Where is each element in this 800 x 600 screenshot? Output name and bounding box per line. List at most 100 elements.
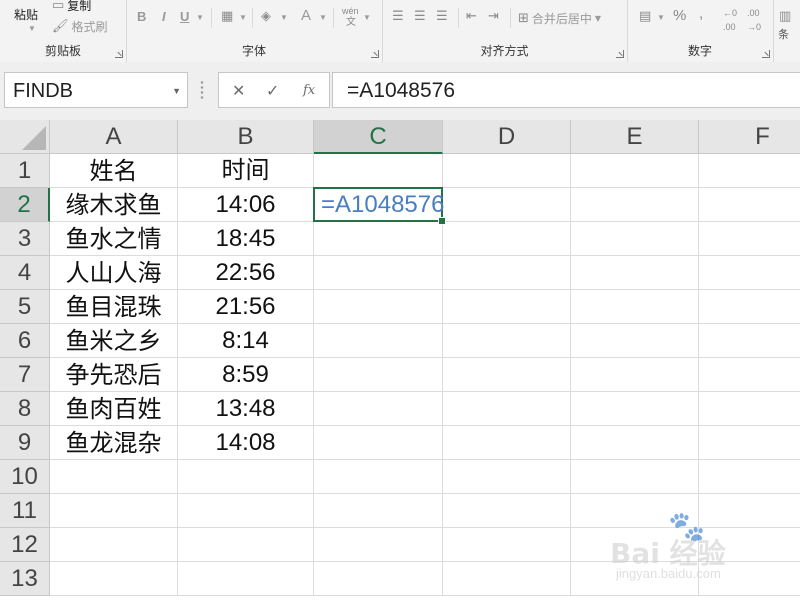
merge-center-button[interactable]: ⊞ 合并后居中 ▼ xyxy=(518,10,601,27)
cell-b8[interactable]: 13:48 xyxy=(178,392,314,426)
cell-f1[interactable] xyxy=(699,154,800,188)
cell-d6[interactable] xyxy=(443,324,571,358)
cell-d7[interactable] xyxy=(443,358,571,392)
insert-function-icon[interactable]: fx xyxy=(303,83,315,98)
cell-e6[interactable] xyxy=(571,324,699,358)
font-launcher-icon[interactable] xyxy=(371,50,379,58)
cell-b3[interactable]: 18:45 xyxy=(178,222,314,256)
bold-button[interactable]: B xyxy=(137,9,146,24)
cell-d5[interactable] xyxy=(443,290,571,324)
cell-a3[interactable]: 鱼水之情 xyxy=(50,222,178,256)
decrease-decimal-icon[interactable]: .00 →0 xyxy=(747,6,761,34)
cell-c8[interactable] xyxy=(314,392,443,426)
cell-c12[interactable] xyxy=(314,528,443,562)
cell-c10[interactable] xyxy=(314,460,443,494)
cell-a13[interactable] xyxy=(50,562,178,596)
cell-c6[interactable] xyxy=(314,324,443,358)
enter-icon[interactable]: ✓ xyxy=(266,81,279,101)
phonetic-button[interactable]: wén xyxy=(342,6,359,16)
phonetic-dropdown-icon[interactable]: ▼ xyxy=(363,13,371,22)
cell-c13[interactable] xyxy=(314,562,443,596)
cell-a4[interactable]: 人山人海 xyxy=(50,256,178,290)
select-all-button[interactable] xyxy=(0,120,50,154)
cell-e7[interactable] xyxy=(571,358,699,392)
font-color-button[interactable]: A xyxy=(301,7,311,24)
cell-a2[interactable]: 缘木求鱼 xyxy=(50,188,178,222)
cell-a6[interactable]: 鱼米之乡 xyxy=(50,324,178,358)
format-painter-button[interactable]: 🖌 格式刷 xyxy=(52,18,108,35)
underline-dropdown-icon[interactable]: ▼ xyxy=(196,13,204,22)
paste-dropdown-icon[interactable]: ▼ xyxy=(28,24,36,33)
row-header-8[interactable]: 8 xyxy=(0,392,50,426)
cell-d12[interactable] xyxy=(443,528,571,562)
row-header-3[interactable]: 3 xyxy=(0,222,50,256)
row-header-9[interactable]: 9 xyxy=(0,426,50,460)
cell-d4[interactable] xyxy=(443,256,571,290)
copy-button[interactable]: ▭ 复制 xyxy=(52,0,91,14)
increase-decimal-icon[interactable]: ←0.00 xyxy=(723,6,737,34)
cell-a11[interactable] xyxy=(50,494,178,528)
active-cell[interactable]: =A1048576 xyxy=(313,187,446,225)
cell-d1[interactable] xyxy=(443,154,571,188)
column-header-f[interactable]: F xyxy=(699,120,800,154)
cell-d13[interactable] xyxy=(443,562,571,596)
cell-a8[interactable]: 鱼肉百姓 xyxy=(50,392,178,426)
cell-c7[interactable] xyxy=(314,358,443,392)
cell-c3[interactable] xyxy=(314,222,443,256)
cell-e3[interactable] xyxy=(571,222,699,256)
cell-d11[interactable] xyxy=(443,494,571,528)
cell-e2[interactable] xyxy=(571,188,699,222)
formula-bar-grip-icon[interactable] xyxy=(200,80,204,100)
cell-a1[interactable]: 姓名 xyxy=(50,154,178,188)
cell-f6[interactable] xyxy=(699,324,800,358)
align-center-icon[interactable]: ☰ xyxy=(414,9,426,23)
cell-d10[interactable] xyxy=(443,460,571,494)
cancel-icon[interactable]: ✕ xyxy=(232,81,245,101)
cell-c1[interactable] xyxy=(314,154,443,188)
cell-f5[interactable] xyxy=(699,290,800,324)
fill-color-dropdown-icon[interactable]: ▼ xyxy=(280,13,288,22)
row-header-2[interactable]: 2 xyxy=(0,188,50,222)
cell-e8[interactable] xyxy=(571,392,699,426)
cell-b5[interactable]: 21:56 xyxy=(178,290,314,324)
decrease-indent-icon[interactable]: ⇤ xyxy=(466,9,477,23)
cell-f2[interactable] xyxy=(699,188,800,222)
cell-f4[interactable] xyxy=(699,256,800,290)
cell-a5[interactable]: 鱼目混珠 xyxy=(50,290,178,324)
cell-b2[interactable]: 14:06 xyxy=(178,188,314,222)
cell-b12[interactable] xyxy=(178,528,314,562)
cell-f9[interactable] xyxy=(699,426,800,460)
border-icon[interactable]: ▦ xyxy=(221,9,233,23)
row-header-6[interactable]: 6 xyxy=(0,324,50,358)
align-right-icon[interactable]: ☰ xyxy=(436,9,448,23)
clipboard-launcher-icon[interactable] xyxy=(115,50,123,58)
align-left-icon[interactable]: ☰ xyxy=(392,9,404,23)
row-header-1[interactable]: 1 xyxy=(0,154,50,188)
column-header-b[interactable]: B xyxy=(178,120,314,154)
column-header-a[interactable]: A xyxy=(50,120,178,154)
column-header-e[interactable]: E xyxy=(571,120,699,154)
cell-e5[interactable] xyxy=(571,290,699,324)
cell-c4[interactable] xyxy=(314,256,443,290)
row-header-7[interactable]: 7 xyxy=(0,358,50,392)
increase-indent-icon[interactable]: ⇥ xyxy=(488,9,499,23)
comma-button[interactable]: , xyxy=(699,5,703,22)
cell-b9[interactable]: 14:08 xyxy=(178,426,314,460)
cell-a12[interactable] xyxy=(50,528,178,562)
cell-d8[interactable] xyxy=(443,392,571,426)
cell-d3[interactable] xyxy=(443,222,571,256)
accounting-dropdown-icon[interactable]: ▼ xyxy=(657,13,665,22)
italic-button[interactable]: I xyxy=(162,9,166,24)
cell-a10[interactable] xyxy=(50,460,178,494)
name-box[interactable]: FINDB ▼ xyxy=(4,72,188,108)
fill-color-icon[interactable]: ◈ xyxy=(261,9,271,23)
cell-c9[interactable] xyxy=(314,426,443,460)
cell-d2[interactable] xyxy=(443,188,571,222)
row-header-4[interactable]: 4 xyxy=(0,256,50,290)
conditional-format-icon[interactable]: ▥ xyxy=(779,9,791,23)
font-color-dropdown-icon[interactable]: ▼ xyxy=(319,13,327,22)
column-header-c[interactable]: C xyxy=(314,120,443,154)
cell-e4[interactable] xyxy=(571,256,699,290)
name-box-dropdown-icon[interactable]: ▼ xyxy=(172,86,181,96)
cell-b1[interactable]: 时间 xyxy=(178,154,314,188)
